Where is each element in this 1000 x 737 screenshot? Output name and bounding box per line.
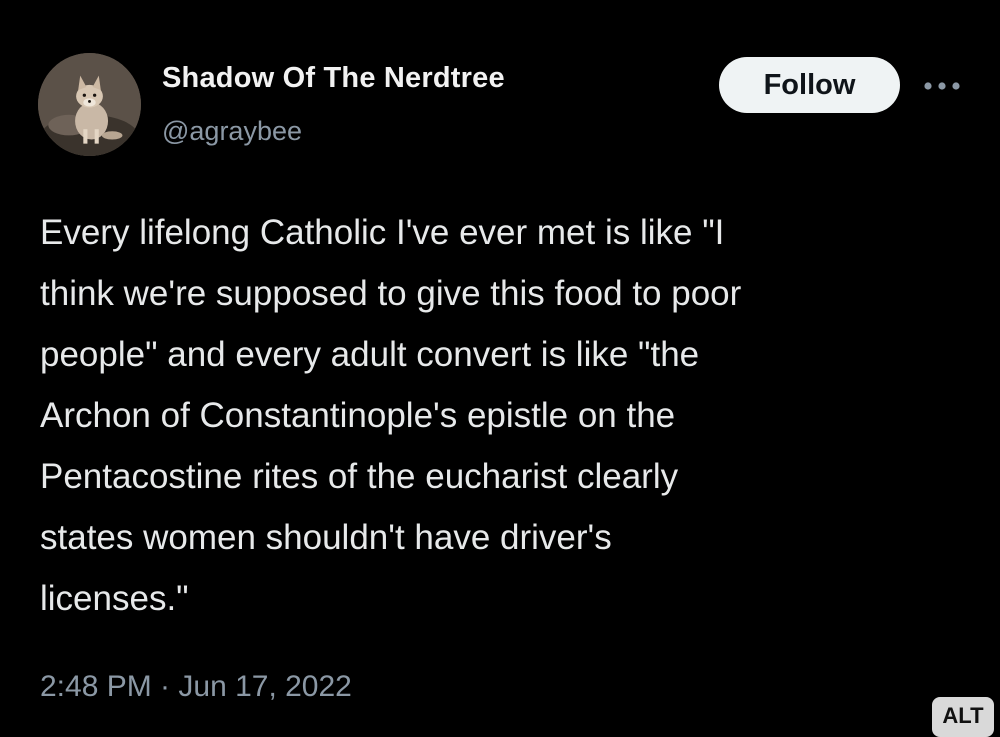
tweet-card: Shadow Of The Nerdtree @agraybee Follow …: [0, 0, 1000, 737]
tweet-timestamp[interactable]: 2:48 PM · Jun 17, 2022: [40, 670, 352, 704]
more-options-button[interactable]: [918, 68, 966, 104]
author-avatar[interactable]: [38, 53, 141, 156]
tweet-text: Every lifelong Catholic I've ever met is…: [40, 213, 742, 618]
ellipsis-icon: [924, 82, 960, 90]
alt-text-badge[interactable]: ALT: [932, 697, 994, 737]
fox-photo-avatar-icon: [38, 53, 141, 156]
author-handle[interactable]: @agraybee: [162, 116, 302, 147]
author-display-name[interactable]: Shadow Of The Nerdtree: [162, 62, 505, 95]
follow-button[interactable]: Follow: [719, 57, 900, 113]
